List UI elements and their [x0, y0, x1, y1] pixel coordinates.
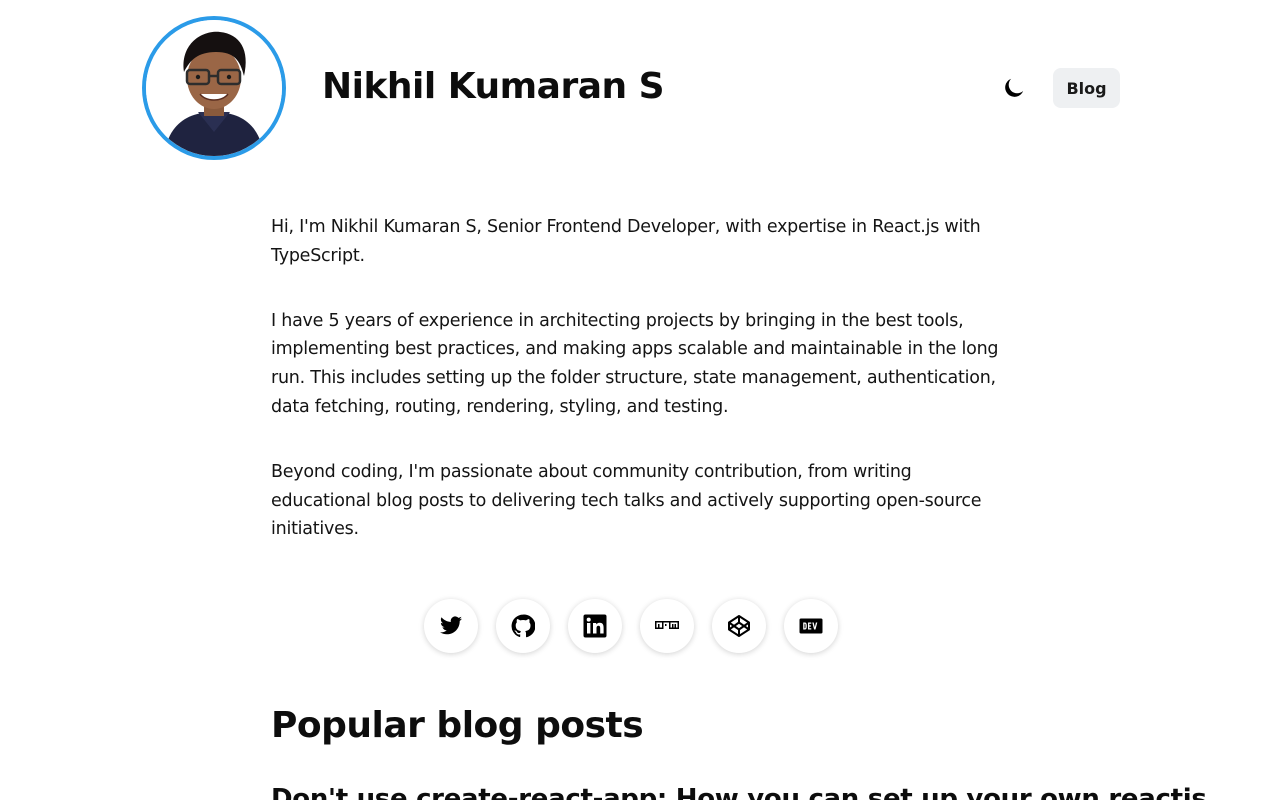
linkedin-link[interactable]	[568, 599, 622, 653]
bio-paragraph: Beyond coding, I'm passionate about comm…	[271, 461, 982, 540]
codepen-link[interactable]	[712, 599, 766, 653]
github-link[interactable]	[496, 599, 550, 653]
avatar-photo	[146, 20, 282, 156]
site-title: Nikhil Kumaran S	[322, 66, 665, 107]
dev-icon	[799, 618, 823, 634]
linkedin-icon	[583, 614, 607, 638]
bio-paragraph: Hi, I'm Nikhil Kumaran S, Senior Fronten…	[271, 217, 981, 266]
github-icon	[511, 614, 535, 638]
dev-link[interactable]	[784, 599, 838, 653]
social-links	[424, 599, 838, 653]
avatar	[142, 16, 286, 160]
blog-post-link[interactable]: Don't use create-react-app: How you can …	[271, 784, 1207, 800]
npm-link[interactable]	[640, 599, 694, 653]
popular-posts-heading: Popular blog posts	[271, 705, 644, 746]
blog-button[interactable]: Blog	[1053, 68, 1120, 108]
moon-icon	[1005, 78, 1024, 97]
site-header: Nikhil Kumaran S Blog	[142, 16, 1120, 160]
theme-toggle-button[interactable]	[998, 72, 1030, 104]
twitter-link[interactable]	[424, 599, 478, 653]
twitter-icon	[440, 616, 462, 635]
bio-paragraph: I have 5 years of experience in architec…	[271, 310, 999, 417]
bio-section: Hi, I'm Nikhil Kumaran S, Senior Fronten…	[271, 213, 1006, 580]
npm-icon	[655, 621, 679, 629]
codepen-icon	[728, 615, 750, 637]
